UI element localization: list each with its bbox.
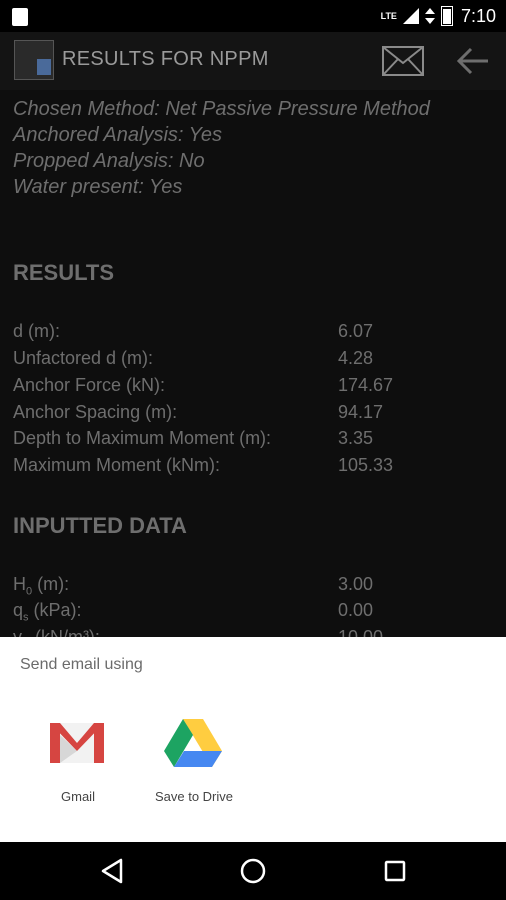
battery-icon (440, 6, 453, 26)
anchored-line: Anchored Analysis: Yes (13, 124, 223, 146)
input-label: qs (kPa): (13, 600, 82, 624)
result-label: Maximum Moment (kNm): (13, 455, 221, 475)
share-target-label: Gmail (61, 789, 95, 804)
result-row: Maximum Moment (kNm): 105.33 (13, 455, 493, 481)
app-bar: RESULTS FOR NPPM (0, 32, 506, 90)
drive-icon (164, 719, 222, 767)
result-label: Anchor Force (kN): (13, 375, 166, 395)
result-row: Anchor Spacing (m): 94.17 (13, 402, 493, 428)
result-label: d (m): (13, 321, 60, 341)
inputted-data-heading: INPUTTED DATA (13, 513, 187, 538)
status-bar: LTE 7:10 (0, 0, 506, 32)
home-icon[interactable] (238, 856, 268, 886)
result-value: 3.35 (338, 428, 374, 448)
network-type: LTE (380, 10, 397, 21)
input-value: 0.00 (338, 600, 374, 620)
input-value: 10.00 (338, 627, 384, 637)
result-row: d (m): 6.07 (13, 321, 493, 347)
results-content: Chosen Method: Net Passive Pressure Meth… (0, 90, 506, 637)
input-row: H0 (m): 3.00 (13, 574, 493, 600)
signal-icon (402, 8, 419, 24)
propped-line: Propped Analysis: No (13, 150, 205, 172)
result-row: Depth to Maximum Moment (m): 3.35 (13, 428, 493, 454)
sd-card-icon (12, 8, 28, 26)
data-arrows-icon (424, 8, 435, 24)
result-label: Anchor Spacing (m): (13, 402, 178, 422)
input-label: γw (kN/m³): (13, 627, 100, 637)
result-value: 6.07 (338, 321, 374, 341)
input-row: γw (kN/m³): 10.00 (13, 627, 493, 637)
status-icons: LTE 7:10 (381, 6, 496, 26)
navigation-bar (0, 842, 506, 900)
app-logo (14, 40, 54, 80)
recents-icon[interactable] (380, 856, 410, 886)
result-row: Anchor Force (kN): 174.67 (13, 375, 493, 401)
back-nav-icon[interactable] (97, 856, 127, 886)
method-line: Chosen Method: Net Passive Pressure Meth… (13, 98, 430, 120)
results-heading: RESULTS (13, 260, 115, 285)
analysis-summary: Chosen Method: Net Passive Pressure Meth… (13, 96, 430, 200)
input-row: qs (kPa): 0.00 (13, 600, 493, 626)
water-line: Water present: Yes (13, 176, 183, 198)
result-row: Unfactored d (m): 4.28 (13, 348, 493, 374)
share-target-gmail[interactable]: Gmail (18, 709, 138, 809)
page-title: RESULTS FOR NPPM (62, 48, 269, 70)
result-value: 94.17 (338, 402, 384, 422)
share-target-label: Save to Drive (154, 789, 234, 804)
clock: 7:10 (460, 5, 496, 26)
share-sheet-title: Send email using (20, 656, 143, 673)
input-label: H0 (m): (13, 574, 70, 598)
gmail-icon (50, 723, 104, 763)
input-value: 3.00 (338, 574, 374, 594)
email-icon[interactable] (382, 46, 424, 76)
result-label: Depth to Maximum Moment (m): (13, 428, 272, 448)
result-value: 174.67 (338, 375, 394, 395)
result-label: Unfactored d (m): (13, 348, 154, 368)
back-arrow-icon[interactable] (456, 46, 490, 76)
share-target-drive[interactable]: Save to Drive (134, 709, 254, 809)
result-value: 4.28 (338, 348, 374, 368)
share-sheet: Send email using Gmail Save to Drive (0, 637, 506, 842)
result-value: 105.33 (338, 455, 394, 475)
